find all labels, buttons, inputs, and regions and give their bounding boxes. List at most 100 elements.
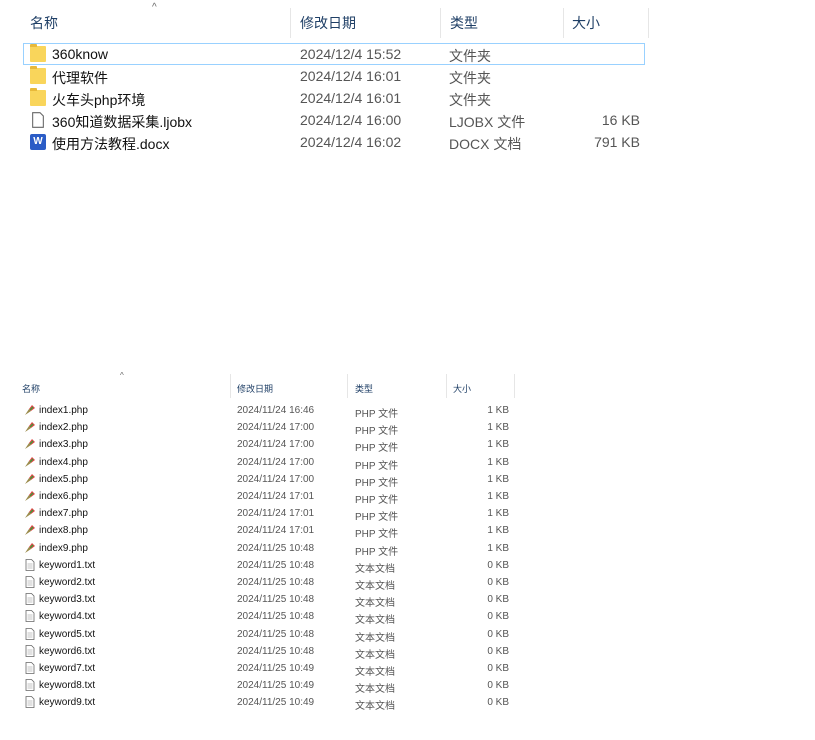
file-name: 使用方法教程.docx [52, 136, 170, 152]
file-size: 0 KB [487, 559, 509, 571]
file-type: 文件夹 [449, 92, 491, 108]
php-file-icon [25, 491, 35, 501]
file-row[interactable]: keyword5.txt 2024/11/25 10:48 文本文档 0 KB [22, 626, 517, 644]
file-row[interactable]: W 使用方法教程.docx 2024/12/4 16:02 DOCX 文档 791 KB [24, 132, 644, 152]
file-list-bottom: ^ 名称 修改日期 类型 大小 index1.php 2024/11/24 16:… [0, 362, 520, 740]
php-file-icon [25, 439, 35, 450]
column-divider[interactable] [446, 374, 447, 398]
file-type: PHP 文件 [355, 443, 399, 455]
file-row[interactable]: index7.php 2024/11/24 17:01 PHP 文件 1 KB [22, 505, 517, 524]
file-modified: 2024/11/24 17:01 [237, 491, 315, 502]
file-row[interactable]: index4.php 2024/11/24 17:00 PHP 文件 1 KB [22, 454, 517, 472]
column-divider[interactable] [290, 8, 291, 38]
column-header-name[interactable]: 名称 [22, 382, 40, 395]
file-type: 文件夹 [449, 70, 491, 86]
file-name: keyword5.txt [39, 628, 96, 640]
column-header-modified[interactable]: 修改日期 [237, 382, 273, 395]
php-file-icon [25, 473, 35, 484]
file-type: PHP 文件 [355, 546, 399, 558]
file-modified: 2024/11/25 10:48 [237, 628, 315, 640]
file-row[interactable]: keyword9.txt 2024/11/25 10:49 文本文档 0 KB [22, 694, 517, 713]
file-type: PHP 文件 [355, 477, 399, 489]
file-modified: 2024/11/25 10:48 [237, 542, 315, 554]
file-type: PHP 文件 [355, 512, 399, 524]
file-type: LJOBX 文件 [449, 114, 526, 130]
file-row[interactable]: keyword8.txt 2024/11/25 10:49 文本文档 0 KB [22, 677, 517, 695]
file-row[interactable]: index9.php 2024/11/25 10:48 PHP 文件 1 KB [22, 540, 517, 558]
file-type: 文本文档 [355, 598, 395, 610]
file-type: 文本文档 [355, 632, 395, 644]
file-row[interactable]: keyword4.txt 2024/11/25 10:48 文本文档 0 KB [22, 608, 517, 626]
file-row[interactable]: 360知道数据采集.ljobx 2024/12/4 16:00 LJOBX 文件 16… [24, 110, 644, 130]
file-type: 文本文档 [355, 581, 395, 592]
file-name: keyword7.txt [39, 663, 96, 674]
php-file-icon [25, 542, 35, 553]
column-header-size[interactable]: 大小 [572, 13, 600, 33]
folder-icon [30, 66, 46, 84]
file-name: index3.php [39, 439, 88, 451]
file-modified: 2024/12/4 16:00 [300, 112, 402, 128]
file-name: keyword6.txt [39, 645, 96, 657]
file-modified: 2024/11/25 10:49 [237, 680, 315, 692]
file-row[interactable]: keyword3.txt 2024/11/25 10:48 文本文档 0 KB [22, 591, 517, 610]
file-row[interactable]: keyword1.txt 2024/11/25 10:48 文本文档 0 KB [22, 557, 517, 575]
file-size: 16 KB [601, 112, 640, 128]
php-file-icon [25, 405, 35, 415]
file-modified: 2024/11/24 17:00 [237, 422, 315, 434]
text-file-icon [25, 610, 35, 623]
folder-icon [30, 44, 46, 62]
file-name: index8.php [39, 525, 88, 537]
column-divider[interactable] [230, 374, 231, 398]
file-name: keyword8.txt [39, 680, 96, 692]
file-name: keyword3.txt [39, 594, 96, 606]
column-divider[interactable] [563, 8, 564, 38]
text-file-icon [25, 558, 35, 571]
column-divider[interactable] [440, 8, 441, 38]
file-type: PHP 文件 [355, 409, 399, 420]
file-type: 文本文档 [355, 701, 395, 713]
text-file-icon [25, 696, 35, 709]
file-row[interactable]: 代理软件 2024/12/4 16:01 文件夹 [24, 66, 644, 86]
column-header-type[interactable]: 类型 [355, 382, 373, 395]
column-header-modified[interactable]: 修改日期 [300, 13, 356, 33]
file-modified: 2024/11/24 17:00 [237, 439, 315, 451]
file-size: 0 KB [487, 628, 509, 640]
text-file-icon [25, 679, 35, 692]
file-name: index7.php [39, 508, 88, 520]
column-divider[interactable] [347, 374, 348, 398]
text-file-icon [25, 644, 35, 657]
file-size: 0 KB [487, 577, 509, 588]
file-modified: 2024/12/4 15:52 [300, 46, 402, 62]
column-header-name[interactable]: 名称 [30, 13, 58, 33]
file-modified: 2024/11/24 17:01 [237, 508, 315, 520]
column-header-row: ^ 名称 修改日期 类型 大小 [0, 0, 650, 40]
word-doc-icon: W [30, 134, 46, 150]
file-row[interactable]: index8.php 2024/11/24 17:01 PHP 文件 1 KB [22, 522, 517, 540]
file-row[interactable]: index5.php 2024/11/24 17:00 PHP 文件 1 KB [22, 471, 517, 489]
file-row[interactable]: keyword7.txt 2024/11/25 10:49 文本文档 0 KB [22, 660, 517, 678]
file-name: keyword9.txt [39, 697, 96, 709]
file-row[interactable]: index3.php 2024/11/24 17:00 PHP 文件 1 KB [22, 436, 517, 455]
file-modified: 2024/11/24 17:00 [237, 456, 315, 468]
text-file-icon [25, 593, 35, 606]
column-divider[interactable] [648, 8, 649, 38]
file-row[interactable]: 火车头php环境 2024/12/4 16:01 文件夹 [24, 88, 644, 108]
file-modified: 2024/12/4 16:01 [300, 68, 402, 84]
sort-ascending-icon[interactable]: ^ [120, 371, 124, 380]
column-header-type[interactable]: 类型 [450, 13, 478, 33]
file-size: 0 KB [487, 594, 509, 606]
file-name: 火车头php环境 [52, 92, 146, 108]
file-row[interactable]: index2.php 2024/11/24 17:00 PHP 文件 1 KB [22, 419, 517, 437]
file-modified: 2024/12/4 16:02 [300, 134, 402, 150]
file-row[interactable]: index6.php 2024/11/24 17:01 PHP 文件 1 KB [22, 488, 517, 506]
php-file-icon [25, 456, 35, 467]
column-header-size[interactable]: 大小 [453, 382, 471, 395]
file-row[interactable]: index1.php 2024/11/24 16:46 PHP 文件 1 KB [22, 402, 517, 420]
file-row[interactable]: 360know 2024/12/4 15:52 文件夹 [23, 43, 645, 65]
file-modified: 2024/11/25 10:48 [237, 611, 315, 623]
file-row[interactable]: keyword6.txt 2024/11/25 10:48 文本文档 0 KB [22, 643, 517, 661]
sort-ascending-icon[interactable]: ^ [152, 2, 157, 13]
file-row[interactable]: keyword2.txt 2024/11/25 10:48 文本文档 0 KB [22, 574, 517, 592]
column-divider[interactable] [514, 374, 515, 398]
file-name: index2.php [39, 422, 88, 434]
